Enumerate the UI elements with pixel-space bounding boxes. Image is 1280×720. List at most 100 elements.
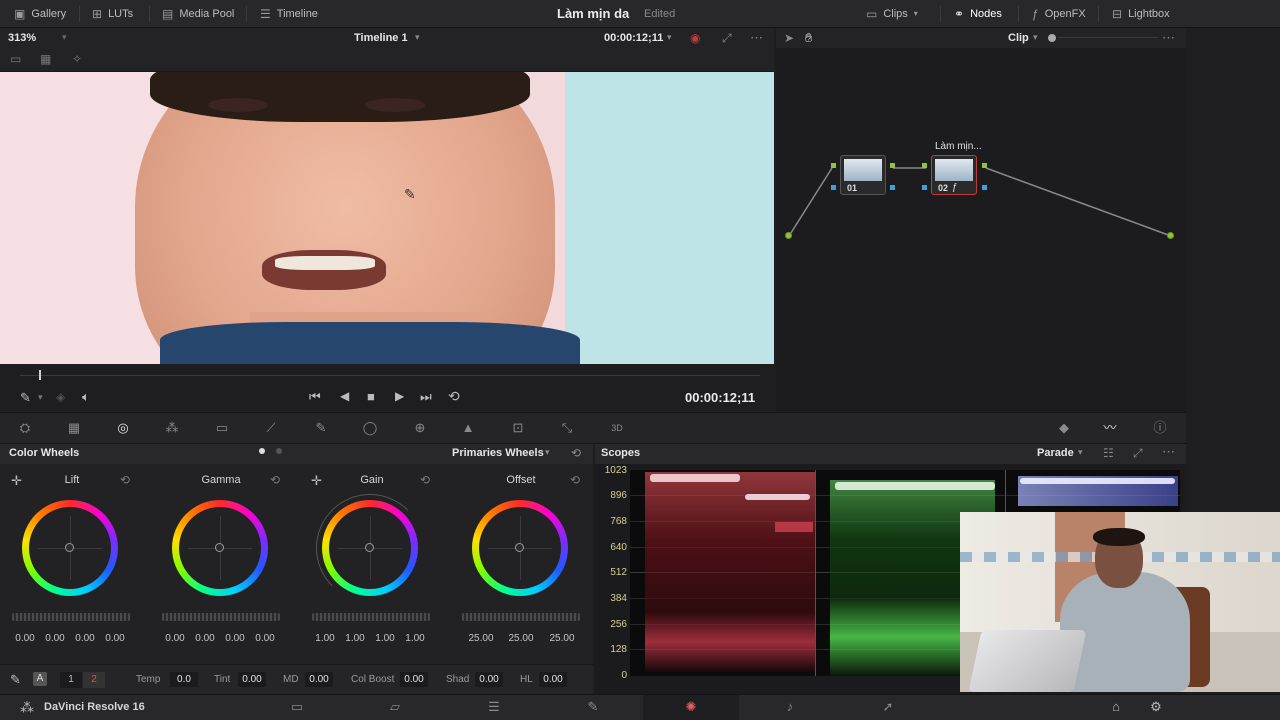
keyframes-icon[interactable]: ◆ xyxy=(1055,420,1073,436)
node-01[interactable]: 01 xyxy=(840,155,886,195)
zoom-slider-handle[interactable] xyxy=(1048,34,1056,42)
fullscreen-icon[interactable]: ⤢ xyxy=(722,31,732,46)
node-input-port[interactable] xyxy=(831,163,836,168)
node-key-output-port[interactable] xyxy=(982,185,987,190)
chevron-down-icon[interactable]: ▾ xyxy=(667,32,672,43)
rgb-mixer-icon[interactable]: ⁂ xyxy=(163,420,181,436)
cut-page-icon[interactable]: ▱ xyxy=(385,700,405,714)
lift-master-wheel[interactable] xyxy=(12,613,130,621)
clips-button[interactable]: ▭ Clips ▾ xyxy=(866,6,918,22)
wheel-center-handle[interactable] xyxy=(215,543,224,552)
gamma-g-value[interactable]: 0.00 xyxy=(220,633,250,644)
lift-r-value[interactable]: 0.00 xyxy=(40,633,70,644)
node-key-input-port[interactable] xyxy=(831,185,836,190)
color-match-icon[interactable]: ▦ xyxy=(65,420,83,436)
play-icon[interactable]: ▶ xyxy=(395,389,404,403)
tint-value[interactable]: 0.00 xyxy=(238,672,266,687)
reset-icon[interactable]: ⟲ xyxy=(571,446,581,460)
eyedropper-icon[interactable]: ✎ xyxy=(20,390,31,406)
edit-page-icon[interactable]: ☰ xyxy=(484,700,504,714)
scopes-icon[interactable]: 〰 xyxy=(1101,420,1119,436)
qualifier-icon[interactable]: ✎ xyxy=(312,420,330,436)
more-options-icon[interactable]: ⋯ xyxy=(750,30,763,46)
wheel-center-handle[interactable] xyxy=(65,543,74,552)
layers-icon[interactable]: ◈ xyxy=(56,390,65,404)
grid-view-icon[interactable]: ▦ xyxy=(40,52,51,66)
sizing-icon[interactable]: ⤡ xyxy=(558,420,576,436)
lift-b-value[interactable]: 0.00 xyxy=(100,633,130,644)
shad-value[interactable]: 0.00 xyxy=(475,672,503,687)
node-input-port[interactable] xyxy=(922,163,927,168)
crosshair-icon[interactable]: ✛ xyxy=(11,473,22,489)
hand-icon[interactable]: ✋︎ xyxy=(805,30,812,46)
curves-icon[interactable]: ⟋ xyxy=(262,420,280,436)
more-options-icon[interactable]: ⋯ xyxy=(1162,30,1175,46)
offset-r-value[interactable]: 25.00 xyxy=(464,633,498,644)
3d-icon[interactable]: 3D xyxy=(608,420,626,436)
gamma-y-value[interactable]: 0.00 xyxy=(160,633,190,644)
page-1-button[interactable]: 1 xyxy=(60,672,82,688)
node-key-input-port[interactable] xyxy=(922,185,927,190)
loop-icon[interactable]: ⟲ xyxy=(448,388,460,405)
node-02[interactable]: 02 ƒ xyxy=(931,155,977,195)
gain-g-value[interactable]: 1.00 xyxy=(370,633,400,644)
more-options-icon[interactable]: ⋯ xyxy=(1162,444,1175,460)
hl-value[interactable]: 0.00 xyxy=(539,672,567,687)
reset-icon[interactable]: ⟲ xyxy=(270,473,280,487)
temp-value[interactable]: 0.0 xyxy=(170,672,198,687)
node-output-port[interactable] xyxy=(982,163,987,168)
stop-icon[interactable]: ■ xyxy=(367,389,375,404)
tracker-icon[interactable]: ⊕ xyxy=(411,420,429,436)
chevron-down-icon[interactable]: ▾ xyxy=(38,392,43,403)
wheel-center-handle[interactable] xyxy=(365,543,374,552)
video-viewer[interactable]: ✎ xyxy=(0,72,774,364)
offset-b-value[interactable]: 25.00 xyxy=(545,633,579,644)
fairlight-page-icon[interactable]: ♪ xyxy=(780,700,800,714)
input-node-dot[interactable] xyxy=(785,232,792,239)
timecode-display[interactable]: 00:00:12;11 xyxy=(604,32,663,44)
camera-raw-icon[interactable]: ⛭ xyxy=(16,420,34,436)
gamma-r-value[interactable]: 0.00 xyxy=(190,633,220,644)
scope-settings-icon[interactable]: ☷ xyxy=(1103,446,1114,460)
home-icon[interactable]: ⌂ xyxy=(1106,700,1126,714)
gain-b-value[interactable]: 1.00 xyxy=(400,633,430,644)
offset-g-value[interactable]: 25.00 xyxy=(504,633,538,644)
motion-effects-icon[interactable]: ▭ xyxy=(213,420,231,436)
timeline-button[interactable]: ☰ Timeline xyxy=(260,6,318,22)
skip-to-start-icon[interactable]: ⏮︎ xyxy=(309,389,321,405)
step-back-icon[interactable]: ◀ xyxy=(340,389,349,403)
page-2-button[interactable]: 2 xyxy=(83,672,105,688)
chevron-down-icon[interactable]: ▾ xyxy=(1078,447,1083,458)
single-view-icon[interactable]: ▭ xyxy=(10,52,21,66)
lift-y-value[interactable]: 0.00 xyxy=(10,633,40,644)
gamma-master-wheel[interactable] xyxy=(162,613,280,621)
openfx-button[interactable]: ƒ OpenFX xyxy=(1032,6,1086,22)
reset-icon[interactable]: ⟲ xyxy=(120,473,130,487)
lift-g-value[interactable]: 0.00 xyxy=(70,633,100,644)
node-output-port[interactable] xyxy=(890,163,895,168)
reset-icon[interactable]: ⟲ xyxy=(420,473,430,487)
color-picker-icon[interactable]: ◉ xyxy=(690,31,700,45)
media-page-icon[interactable]: ▭ xyxy=(287,700,307,714)
chevron-down-icon[interactable]: ▾ xyxy=(62,32,67,43)
magic-wand-icon[interactable]: ✧ xyxy=(72,52,82,66)
colboost-value[interactable]: 0.00 xyxy=(400,672,428,687)
scope-type-selector[interactable]: Parade xyxy=(1037,447,1074,459)
blur-icon[interactable]: ▲ xyxy=(459,420,477,436)
expand-icon[interactable]: ⤢ xyxy=(1133,446,1143,461)
page-dot[interactable] xyxy=(276,448,282,454)
crosshair-icon[interactable]: ✛ xyxy=(311,473,322,489)
page-dot-active[interactable] xyxy=(259,448,265,454)
key-icon[interactable]: ⊡ xyxy=(509,420,527,436)
output-node-dot[interactable] xyxy=(1167,232,1174,239)
node-mode-selector[interactable]: Clip xyxy=(1008,32,1029,44)
playhead[interactable] xyxy=(39,370,41,380)
scrub-bar[interactable] xyxy=(20,375,760,376)
zoom-slider[interactable] xyxy=(1058,37,1158,38)
info-icon[interactable]: ⓘ xyxy=(1151,420,1169,436)
deliver-page-icon[interactable]: ➚ xyxy=(878,700,898,714)
color-page-icon[interactable]: ✺ xyxy=(681,700,701,714)
luts-button[interactable]: ⊞ LUTs xyxy=(92,6,133,22)
gain-r-value[interactable]: 1.00 xyxy=(340,633,370,644)
gallery-button[interactable]: ▣ Gallery xyxy=(14,6,66,22)
